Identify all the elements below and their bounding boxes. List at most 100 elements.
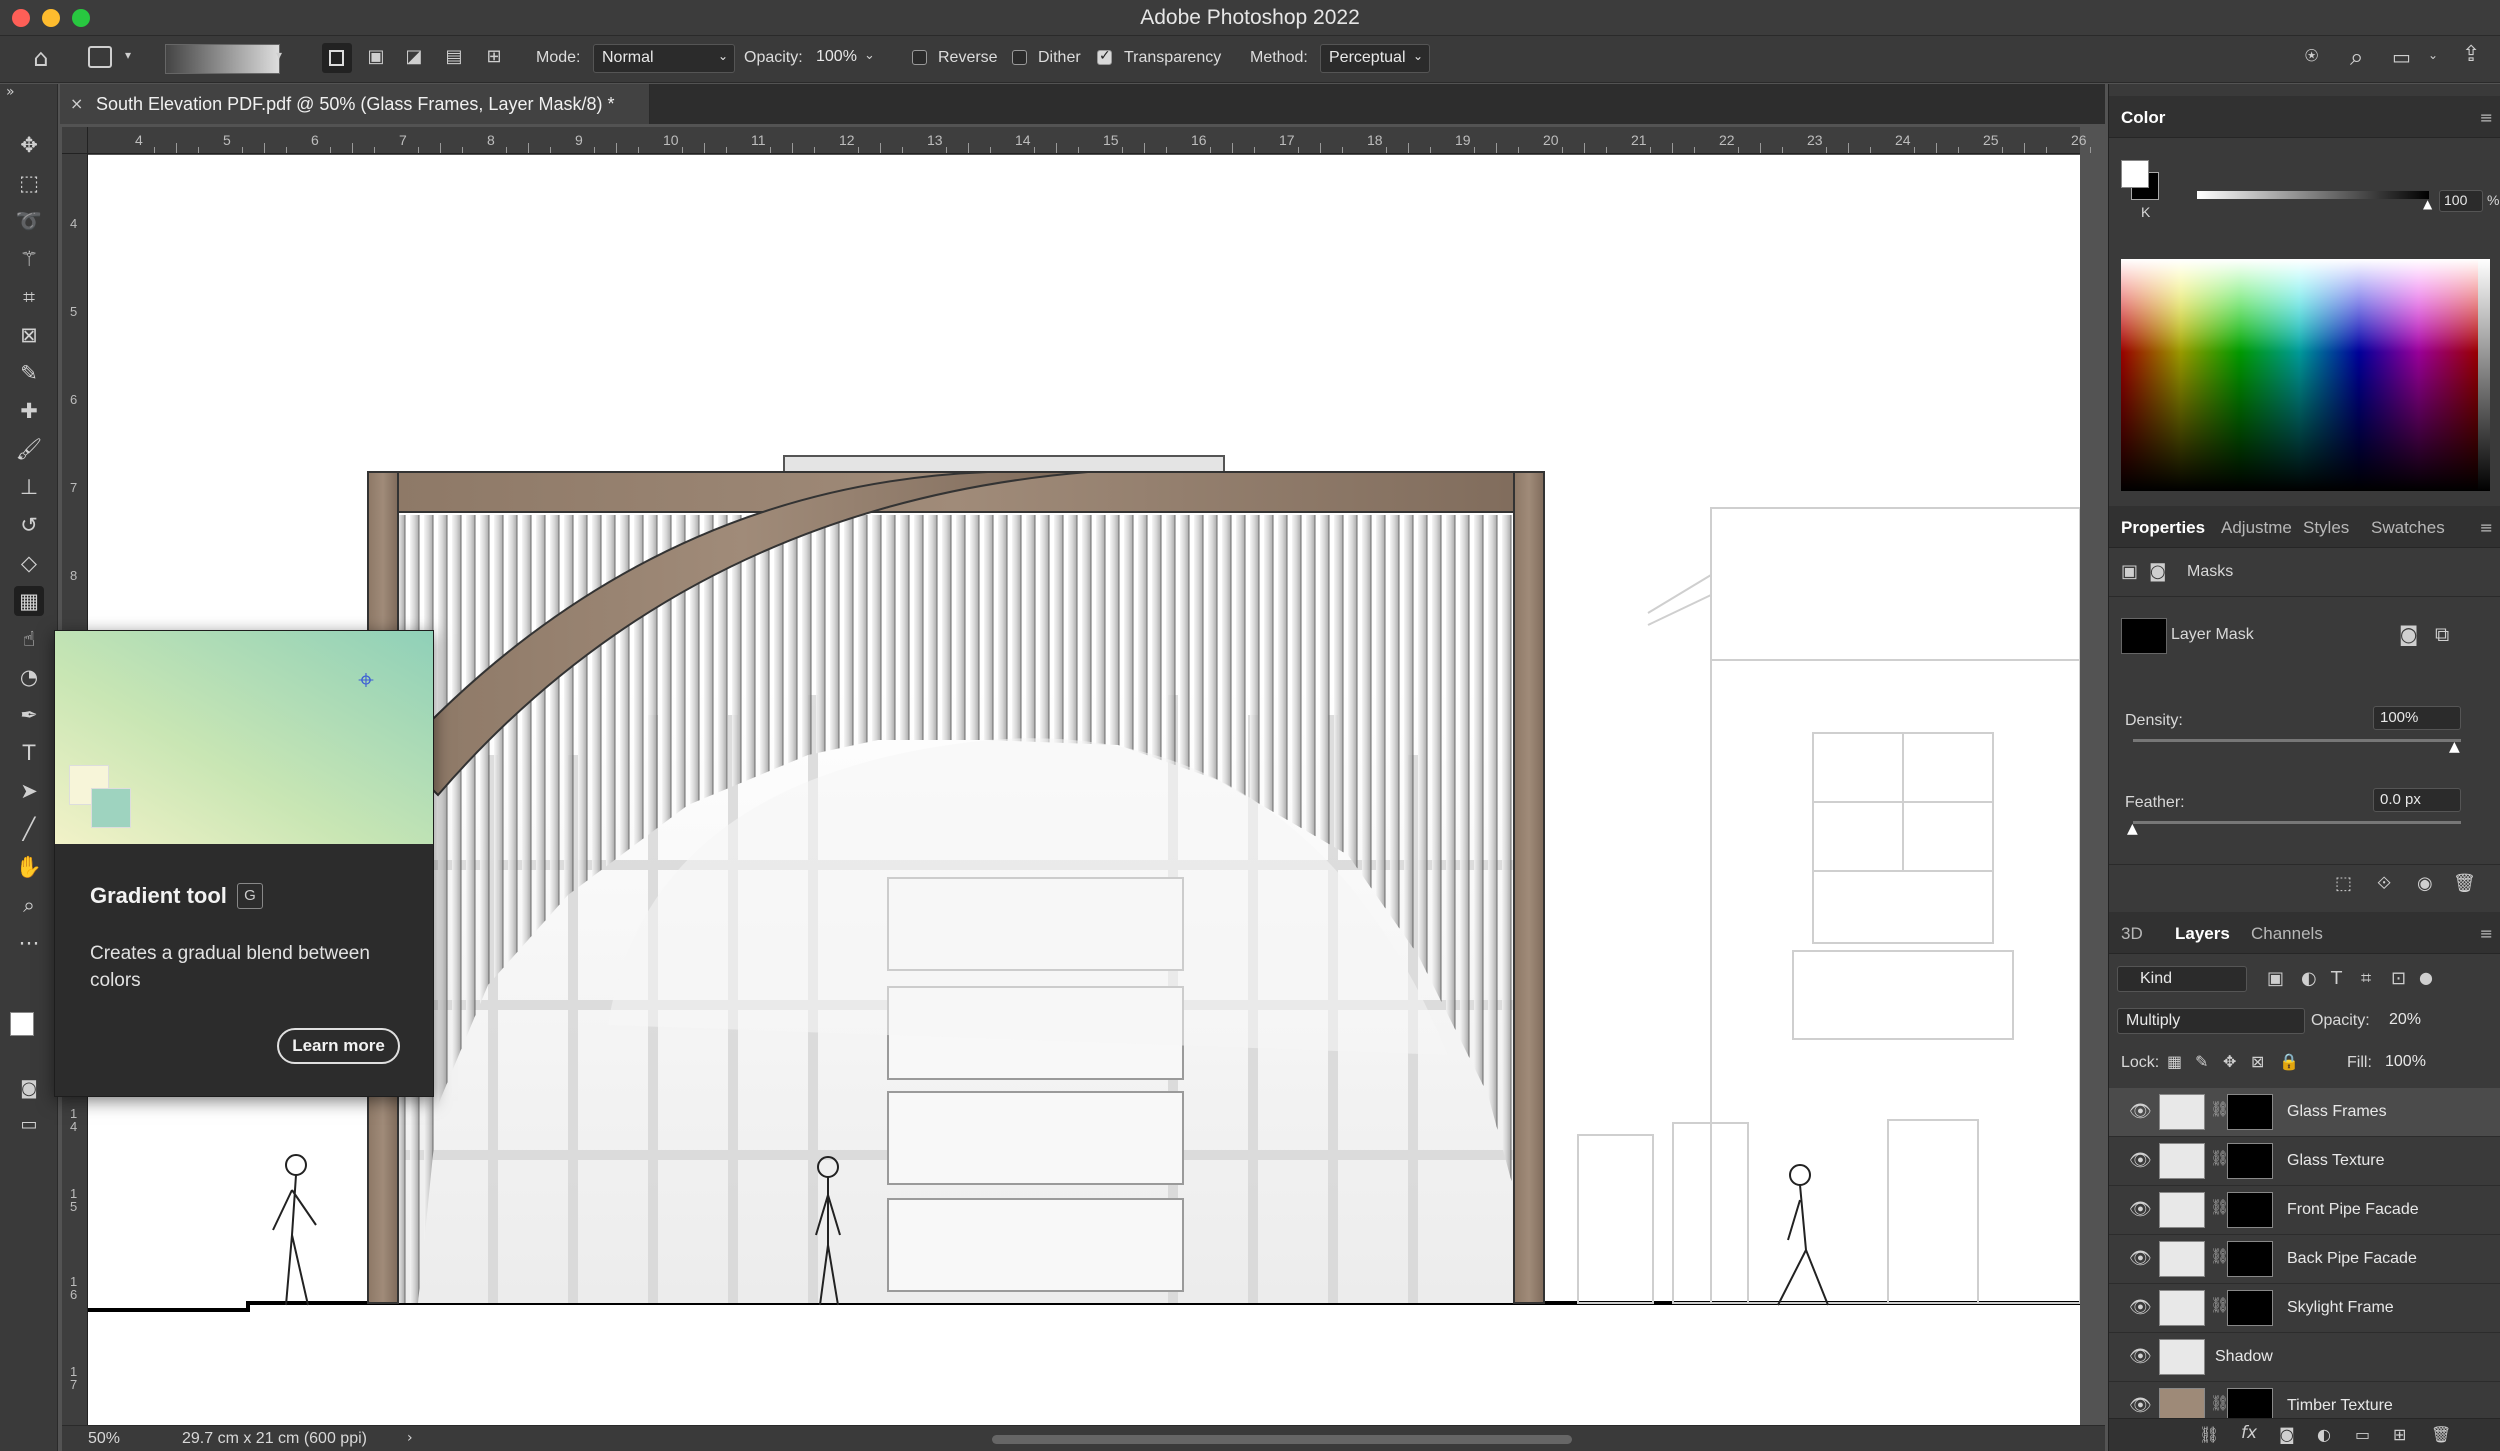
layer-mask-thumb[interactable] <box>2227 1290 2273 1326</box>
dodge-icon[interactable]: ◔ <box>14 662 44 692</box>
visibility-icon[interactable]: ◉ <box>2417 873 2433 894</box>
trash-icon[interactable]: 🗑 <box>2431 1425 2451 1444</box>
new-layer-icon[interactable]: ⊞ <box>2393 1425 2406 1444</box>
reflected-gradient-button[interactable]: ▤ <box>440 46 468 67</box>
eye-icon[interactable]: 👁 <box>2129 1346 2152 1367</box>
magic-wand-icon[interactable]: ⚚ <box>14 244 44 274</box>
pen-icon[interactable]: ✒ <box>14 700 44 730</box>
eraser-icon[interactable]: ◇ <box>14 548 44 578</box>
link-layers-icon[interactable]: ⛓ <box>2199 1425 2219 1444</box>
lock-transparency-icon[interactable]: ▦ <box>2167 1052 2182 1071</box>
reverse-checkbox[interactable] <box>912 50 927 65</box>
grayscale-ramp[interactable] <box>2478 259 2490 491</box>
layer-mask-thumb[interactable] <box>2227 1241 2273 1277</box>
zoom-level[interactable]: 50% <box>88 1430 120 1448</box>
eye-icon[interactable]: 👁 <box>2129 1395 2152 1416</box>
stamp-icon[interactable]: ⊥ <box>14 472 44 502</box>
close-tab-icon[interactable]: × <box>70 94 83 113</box>
layer-row-front-pipe-facade[interactable]: 👁 ⛓ Front Pipe Facade <box>2109 1186 2500 1235</box>
filter-adjustment-icon[interactable]: ◐ <box>2301 968 2317 989</box>
tab-styles[interactable]: Styles <box>2303 518 2349 538</box>
k-slider[interactable] <box>2197 191 2429 199</box>
search-icon[interactable]: ⌕ <box>2350 43 2363 71</box>
type-icon[interactable]: T <box>14 738 44 768</box>
line-icon[interactable]: ╱ <box>14 814 44 844</box>
panel-menu-icon[interactable]: ≡ <box>2480 518 2493 537</box>
brush-icon[interactable]: 🖌 <box>14 434 44 464</box>
density-input[interactable]: 100% <box>2373 706 2461 730</box>
lock-artboard-icon[interactable]: ⊠ <box>2251 1052 2264 1071</box>
tab-layers[interactable]: Layers <box>2175 924 2230 944</box>
angle-gradient-button[interactable]: ◪ <box>400 46 428 67</box>
transparency-checkbox[interactable] <box>1097 48 1112 65</box>
color-spectrum[interactable] <box>2121 259 2478 491</box>
eyedropper-icon[interactable]: ✎ <box>14 358 44 388</box>
tab-swatches[interactable]: Swatches <box>2371 518 2445 538</box>
document-info[interactable]: 29.7 cm x 21 cm (600 ppi) <box>182 1430 367 1448</box>
tab-channels[interactable]: Channels <box>2251 924 2323 944</box>
select-mask-icon[interactable]: ◙ <box>2399 622 2418 646</box>
home-icon[interactable]: ⌂ <box>26 44 56 72</box>
crop-icon[interactable]: ⌗ <box>14 282 44 312</box>
opacity-input[interactable]: 100% <box>808 44 858 73</box>
eye-icon[interactable]: 👁 <box>2129 1297 2152 1318</box>
smudge-icon[interactable]: ☝ <box>14 624 44 654</box>
feather-input[interactable]: 0.0 px <box>2373 788 2461 812</box>
layer-row-timber-texture[interactable]: 👁 ⛓ Timber Texture <box>2109 1382 2500 1418</box>
eye-icon[interactable]: 👁 <box>2129 1248 2152 1269</box>
method-select[interactable]: Perceptual ⌄ <box>1320 44 1430 73</box>
chevron-right-icon[interactable]: › <box>407 1430 413 1446</box>
filter-smart-icon[interactable]: ⊡ <box>2391 968 2406 989</box>
layer-row-skylight-frame[interactable]: 👁 ⛓ Skylight Frame <box>2109 1284 2500 1333</box>
expand-panel-icon[interactable]: » <box>6 84 15 100</box>
adjustment-layer-icon[interactable]: ◐ <box>2317 1425 2331 1444</box>
feather-slider[interactable] <box>2133 821 2461 824</box>
document-tab[interactable]: × South Elevation PDF.pdf @ 50% (Glass F… <box>60 84 650 124</box>
foreground-color-swatch[interactable] <box>10 1012 34 1036</box>
dither-checkbox[interactable] <box>1012 50 1027 65</box>
tab-adjustments[interactable]: Adjustme <box>2221 518 2292 538</box>
layer-mask-thumb[interactable] <box>2227 1192 2273 1228</box>
learn-icon[interactable]: ⍟ <box>2305 44 2318 69</box>
feather-slider-thumb[interactable]: ▲ <box>2127 821 2138 837</box>
radial-gradient-button[interactable]: ▣ <box>362 46 390 67</box>
mode-select[interactable]: Normal ⌄ <box>593 44 735 73</box>
k-value-input[interactable]: 100 <box>2439 190 2483 212</box>
density-slider-thumb[interactable]: ▲ <box>2449 739 2460 755</box>
screen-mode-icon[interactable]: ▭ <box>14 1110 44 1140</box>
filter-type-icon[interactable]: T <box>2331 968 2342 989</box>
density-slider[interactable] <box>2133 739 2461 742</box>
marquee-icon[interactable]: ⬚ <box>14 168 44 198</box>
lock-pixels-icon[interactable]: ✎ <box>2195 1052 2208 1071</box>
linear-gradient-button[interactable] <box>322 43 352 73</box>
zoom-icon[interactable]: ⌕ <box>14 890 44 920</box>
ruler-origin[interactable] <box>62 127 88 154</box>
layer-mask-thumb[interactable] <box>2227 1388 2273 1418</box>
eye-icon[interactable]: 👁 <box>2129 1150 2152 1171</box>
eye-icon[interactable]: 👁 <box>2129 1199 2152 1220</box>
layer-row-glass-frames[interactable]: 👁 ⛓ Glass Frames <box>2109 1088 2500 1137</box>
tab-properties[interactable]: Properties <box>2121 518 2205 538</box>
slider-thumb-icon[interactable]: ▲ <box>2423 197 2432 211</box>
filter-toggle-icon[interactable]: ● <box>2419 968 2433 987</box>
learn-more-button[interactable]: Learn more <box>277 1028 400 1064</box>
pixel-mask-icon[interactable]: ▣ <box>2121 561 2138 582</box>
filter-shape-icon[interactable]: ⌗ <box>2361 968 2371 989</box>
healing-icon[interactable]: ✚ <box>14 396 44 426</box>
blend-mode-select[interactable]: Multiply <box>2117 1008 2305 1034</box>
share-icon[interactable]: ⇪ <box>2462 42 2480 67</box>
tab-3d[interactable]: 3D <box>2121 924 2143 944</box>
workspace-icon[interactable]: ▭ <box>2392 45 2411 69</box>
move-icon[interactable]: ✥ <box>14 130 44 160</box>
layer-opacity-input[interactable]: 20% <box>2381 1008 2439 1034</box>
chevron-down-icon[interactable]: ⌄ <box>2428 48 2438 62</box>
panel-menu-icon[interactable]: ≡ <box>2480 924 2493 943</box>
chevron-down-icon[interactable]: ▾ <box>125 48 131 62</box>
quick-mask-icon[interactable]: ◙ <box>14 1074 44 1104</box>
load-selection-icon[interactable]: ⬚ <box>2335 873 2352 894</box>
layer-mask-thumb[interactable] <box>2227 1143 2273 1179</box>
layer-row-glass-texture[interactable]: 👁 ⛓ Glass Texture <box>2109 1137 2500 1186</box>
layer-row-shadow[interactable]: 👁 Shadow <box>2109 1333 2500 1382</box>
hand-icon[interactable]: ✋ <box>14 852 44 882</box>
layer-mask-thumb[interactable] <box>2227 1094 2273 1130</box>
